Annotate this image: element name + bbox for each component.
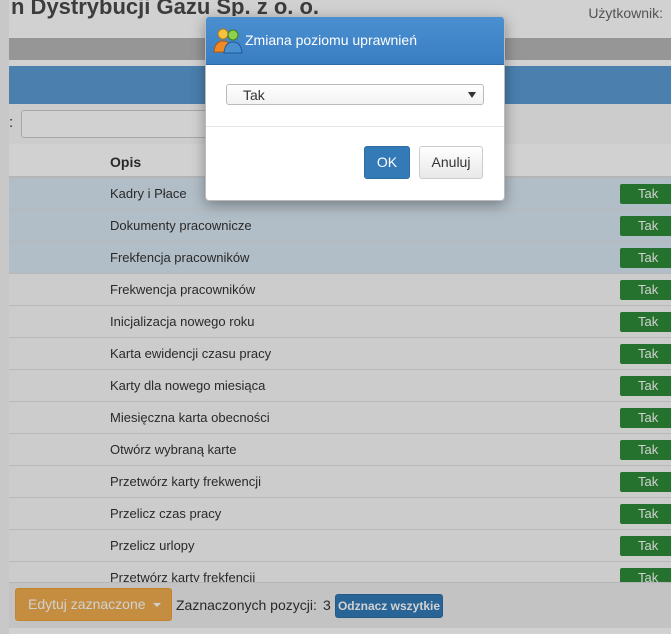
app-window: n Dystrybucji Gazu Sp. z o. o. Użytkowni… bbox=[0, 0, 671, 634]
dialog-header: Zmiana poziomu uprawnień bbox=[206, 17, 504, 65]
users-icon bbox=[213, 28, 243, 54]
permission-level-select[interactable]: Tak bbox=[226, 84, 484, 105]
dropdown-arrow-icon bbox=[468, 92, 476, 98]
dialog-body: Tak bbox=[206, 64, 504, 127]
dialog-title: Zmiana poziomu uprawnień bbox=[245, 32, 417, 48]
permission-level-dialog: Zmiana poziomu uprawnień Tak OK Anuluj bbox=[205, 16, 505, 201]
cancel-button[interactable]: Anuluj bbox=[419, 146, 483, 179]
permission-level-value: Tak bbox=[243, 87, 265, 103]
ok-button[interactable]: OK bbox=[364, 146, 410, 179]
